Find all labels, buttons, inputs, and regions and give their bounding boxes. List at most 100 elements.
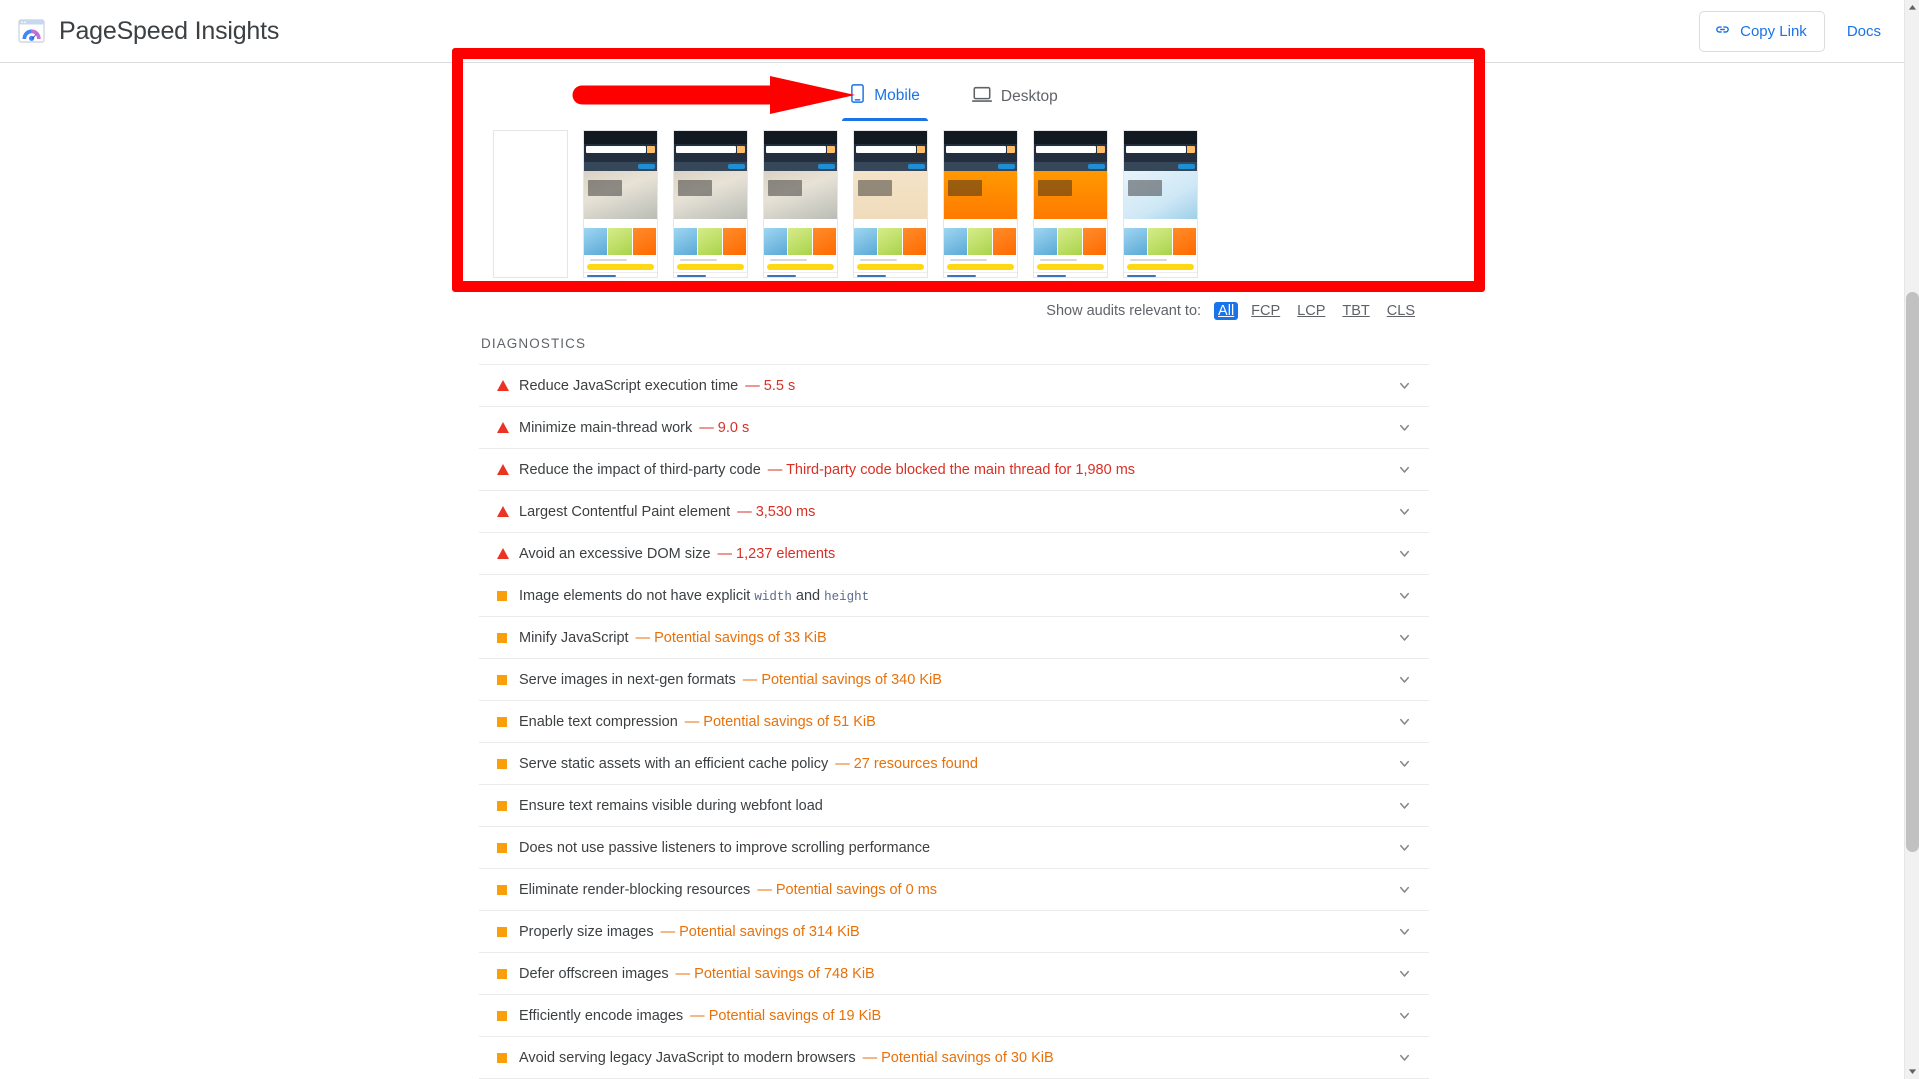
- audit-row[interactable]: Avoid an excessive DOM size — 1,237 eleme…: [479, 533, 1429, 575]
- average-square-icon: [497, 1010, 519, 1021]
- chevron-down-icon[interactable]: [1396, 755, 1413, 772]
- link-icon: [1714, 21, 1731, 42]
- chevron-down-icon[interactable]: [1396, 587, 1413, 604]
- filter-chip-cls[interactable]: CLS: [1383, 302, 1419, 320]
- average-square-icon: [497, 884, 519, 895]
- filmstrip-frame[interactable]: [943, 130, 1018, 278]
- scrollbar-down-arrow-icon[interactable]: [1905, 1064, 1919, 1079]
- chevron-down-icon[interactable]: [1396, 377, 1413, 394]
- fail-triangle-icon: [497, 506, 519, 517]
- audit-row[interactable]: Reduce the impact of third-party code — T…: [479, 449, 1429, 491]
- filter-chip-tbt[interactable]: TBT: [1338, 302, 1373, 320]
- average-square-icon: [497, 632, 519, 643]
- audit-title: Reduce JavaScript execution time: [519, 377, 739, 394]
- filmstrip-frame[interactable]: [1033, 130, 1108, 278]
- audit-title: Minimize main-thread work: [519, 419, 693, 436]
- audit-row[interactable]: Avoid serving legacy JavaScript to moder…: [479, 1037, 1429, 1079]
- audit-list: Reduce JavaScript execution time — 5.5 s M…: [479, 364, 1429, 1079]
- audit-row[interactable]: Serve images in next-gen formats — Potent…: [479, 659, 1429, 701]
- chevron-down-icon[interactable]: [1396, 881, 1413, 898]
- audit-value: — Potential savings of 0 ms: [757, 881, 938, 898]
- audit-title: Image elements do not have explicit widt…: [519, 587, 870, 604]
- filmstrip-frame[interactable]: [853, 130, 928, 278]
- average-square-icon: [497, 1052, 519, 1063]
- chevron-down-icon[interactable]: [1396, 545, 1413, 562]
- audit-row[interactable]: Defer offscreen images — Potential saving…: [479, 953, 1429, 995]
- audit-row[interactable]: Image elements do not have explicit widt…: [479, 575, 1429, 617]
- audit-row[interactable]: Reduce JavaScript execution time — 5.5 s: [479, 365, 1429, 407]
- filmstrip-frame[interactable]: [673, 130, 748, 278]
- docs-link[interactable]: Docs: [1847, 23, 1881, 40]
- audit-title: Does not use passive listeners to improv…: [519, 839, 931, 856]
- fail-triangle-icon: [497, 380, 519, 391]
- audit-value: — Potential savings of 340 KiB: [742, 671, 942, 688]
- audit-row[interactable]: Eliminate render-blocking resources — Pot…: [479, 869, 1429, 911]
- tab-desktop[interactable]: Desktop: [946, 86, 1084, 121]
- audit-row[interactable]: Ensure text remains visible during webfo…: [479, 785, 1429, 827]
- desktop-monitor-icon: [971, 86, 992, 108]
- page-scroll-body: Mobile Desktop Show audits relevant to: …: [0, 63, 1904, 1079]
- audit-value: — Potential savings of 19 KiB: [690, 1007, 882, 1024]
- filter-chip-all[interactable]: All: [1214, 302, 1239, 320]
- tab-mobile[interactable]: Mobile: [824, 84, 946, 121]
- average-square-icon: [497, 674, 519, 685]
- audit-value: — 27 resources found: [835, 755, 978, 772]
- filmstrip-frame[interactable]: [1123, 130, 1198, 278]
- page-title: PageSpeed Insights: [59, 16, 280, 45]
- audit-title: Serve static assets with an efficient ca…: [519, 755, 829, 772]
- chevron-down-icon[interactable]: [1396, 461, 1413, 478]
- audit-value: — 1,237 elements: [717, 545, 836, 562]
- audit-row[interactable]: Enable text compression — Potential savin…: [479, 701, 1429, 743]
- audit-title: Avoid serving legacy JavaScript to moder…: [519, 1049, 856, 1066]
- scrollbar-up-arrow-icon[interactable]: [1905, 0, 1919, 15]
- diagnostics-heading: DIAGNOSTICS: [481, 336, 587, 351]
- chevron-down-icon[interactable]: [1396, 629, 1413, 646]
- copy-link-label: Copy Link: [1740, 22, 1807, 40]
- filmstrip: [479, 121, 1429, 286]
- audit-value: — 5.5 s: [745, 377, 796, 394]
- filmstrip-frame[interactable]: [763, 130, 838, 278]
- audit-filter-label: Show audits relevant to:: [1046, 303, 1202, 319]
- chevron-down-icon[interactable]: [1396, 671, 1413, 688]
- audit-title: Eliminate render-blocking resources: [519, 881, 751, 898]
- audit-title: Efficiently encode images: [519, 1007, 684, 1024]
- audit-title: Properly size images: [519, 923, 654, 940]
- average-square-icon: [497, 800, 519, 811]
- copy-link-button[interactable]: Copy Link: [1699, 10, 1825, 52]
- audit-value: — 9.0 s: [699, 419, 750, 436]
- average-square-icon: [497, 842, 519, 853]
- scrollbar[interactable]: [1904, 0, 1919, 1079]
- chevron-down-icon[interactable]: [1396, 1049, 1413, 1066]
- chevron-down-icon[interactable]: [1396, 797, 1413, 814]
- audit-row[interactable]: Largest Contentful Paint element — 3,530 …: [479, 491, 1429, 533]
- scrollbar-thumb[interactable]: [1906, 292, 1919, 852]
- tab-desktop-label: Desktop: [1000, 88, 1058, 105]
- chevron-down-icon[interactable]: [1396, 1007, 1413, 1024]
- chevron-down-icon[interactable]: [1396, 923, 1413, 940]
- audit-row[interactable]: Properly size images — Potential savings …: [479, 911, 1429, 953]
- audit-row[interactable]: Serve static assets with an efficient ca…: [479, 743, 1429, 785]
- chevron-down-icon[interactable]: [1396, 965, 1413, 982]
- chevron-down-icon[interactable]: [1396, 503, 1413, 520]
- audit-row[interactable]: Efficiently encode images — Potential sav…: [479, 995, 1429, 1037]
- audit-title: Reduce the impact of third-party code: [519, 461, 761, 478]
- audit-title: Avoid an excessive DOM size: [519, 545, 711, 562]
- audit-row[interactable]: Does not use passive listeners to improv…: [479, 827, 1429, 869]
- average-square-icon: [497, 926, 519, 937]
- audit-title: Serve images in next-gen formats: [519, 671, 736, 688]
- filmstrip-frame[interactable]: [493, 130, 568, 278]
- audit-row[interactable]: Minimize main-thread work — 9.0 s: [479, 407, 1429, 449]
- fail-triangle-icon: [497, 464, 519, 475]
- filter-chip-lcp[interactable]: LCP: [1293, 302, 1329, 320]
- form-factor-tabs: Mobile Desktop: [479, 63, 1429, 121]
- audit-value: — Third-party code blocked the main thre…: [767, 461, 1136, 478]
- audit-filter-row: Show audits relevant to: All FCP LCP TBT…: [479, 286, 1429, 330]
- tab-mobile-label: Mobile: [874, 87, 920, 104]
- filter-chip-fcp[interactable]: FCP: [1247, 302, 1284, 320]
- chevron-down-icon[interactable]: [1396, 419, 1413, 436]
- chevron-down-icon[interactable]: [1396, 713, 1413, 730]
- chevron-down-icon[interactable]: [1396, 839, 1413, 856]
- filmstrip-frame[interactable]: [583, 130, 658, 278]
- audit-title: Minify JavaScript: [519, 629, 629, 646]
- audit-row[interactable]: Minify JavaScript — Potential savings of …: [479, 617, 1429, 659]
